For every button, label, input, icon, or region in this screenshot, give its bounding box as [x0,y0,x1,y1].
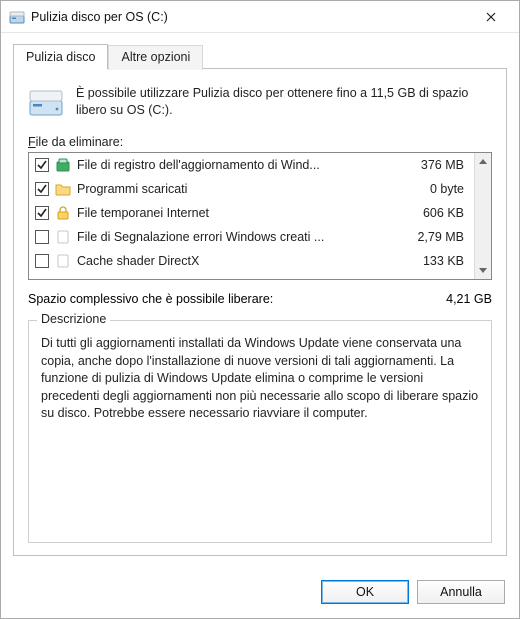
file-size: 376 MB [398,158,468,172]
content-area: Pulizia disco Altre opzioni È possibile … [1,33,519,568]
files-label: File da eliminare: [28,135,492,149]
scroll-down-icon[interactable] [475,262,491,279]
file-size: 2,79 MB [398,230,468,244]
file-size: 0 byte [398,182,468,196]
total-label: Spazio complessivo che è possibile liber… [28,292,446,306]
file-type-icon [55,181,71,197]
cancel-button[interactable]: Annulla [417,580,505,604]
file-name: File temporanei Internet [77,206,392,220]
intro-row: È possibile utilizzare Pulizia disco per… [28,85,492,121]
file-size: 606 KB [398,206,468,220]
checkbox[interactable] [35,254,49,268]
total-value: 4,21 GB [446,292,492,306]
file-name: File di registro dell'aggiornamento di W… [77,158,392,172]
titlebar: Pulizia disco per OS (C:) [1,1,519,33]
list-item[interactable]: Programmi scaricati 0 byte [29,177,474,201]
disk-cleanup-window: Pulizia disco per OS (C:) Pulizia disco … [0,0,520,619]
file-list: File di registro dell'aggiornamento di W… [28,152,492,280]
disk-cleanup-icon [9,9,25,25]
total-row: Spazio complessivo che è possibile liber… [28,292,492,306]
close-button[interactable] [471,2,511,32]
checkbox[interactable] [35,230,49,244]
description-legend: Descrizione [37,312,110,326]
file-size: 133 KB [398,254,468,268]
disk-icon [28,85,64,121]
file-type-icon [55,157,71,173]
tab-strip: Pulizia disco Altre opzioni [13,43,507,69]
list-item[interactable]: File di registro dell'aggiornamento di W… [29,153,474,177]
button-row: OK Annulla [1,568,519,618]
list-item[interactable]: File temporanei Internet 606 KB [29,201,474,225]
description-group: Descrizione Di tutti gli aggiornamenti i… [28,320,492,543]
intro-text: È possibile utilizzare Pulizia disco per… [76,85,492,121]
scrollbar[interactable] [474,153,491,279]
ok-button[interactable]: OK [321,580,409,604]
file-type-icon [55,253,71,269]
tab-more-options[interactable]: Altre opzioni [108,45,203,70]
scroll-up-icon[interactable] [475,153,491,170]
checkbox[interactable] [35,206,49,220]
list-item[interactable]: File di Segnalazione errori Windows crea… [29,225,474,249]
tab-panel: È possibile utilizzare Pulizia disco per… [13,69,507,556]
file-name: Programmi scaricati [77,182,392,196]
checkbox[interactable] [35,158,49,172]
file-type-icon [55,205,71,221]
checkbox[interactable] [35,182,49,196]
list-item[interactable]: Cache shader DirectX 133 KB [29,249,474,273]
tab-disk-cleanup[interactable]: Pulizia disco [13,44,108,69]
file-name: Cache shader DirectX [77,254,392,268]
file-grid: File di registro dell'aggiornamento di W… [29,153,474,279]
file-name: File di Segnalazione errori Windows crea… [77,230,392,244]
description-text: Di tutti gli aggiornamenti installati da… [41,335,479,423]
file-type-icon [55,229,71,245]
window-title: Pulizia disco per OS (C:) [31,10,471,24]
